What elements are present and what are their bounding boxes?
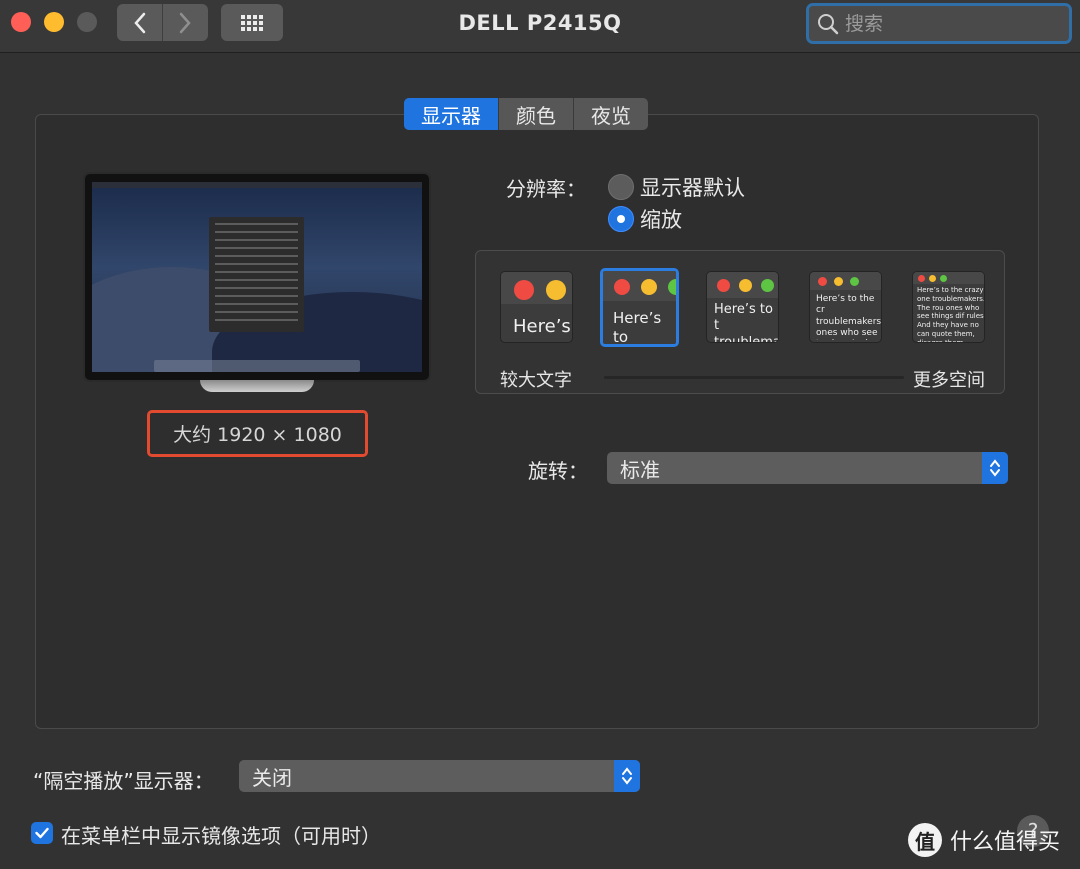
desktop-preview-image — [92, 182, 422, 372]
radio-button-selected[interactable] — [608, 206, 634, 232]
scale-option-1[interactable]: Here’s — [500, 271, 573, 343]
scale-option-4-text: Here’s to the cr troublemakers. ones who… — [816, 294, 882, 340]
resolution-text: 大约 1920 × 1080 — [173, 424, 342, 446]
rotation-label: 旋转： — [528, 459, 588, 483]
resolution-label: 分辨率： — [506, 177, 586, 201]
radio-scaled[interactable]: 缩放 — [608, 204, 682, 234]
radio-scaled-label: 缩放 — [640, 208, 682, 232]
scale-option-3-text: Here’s to t troublema ones who — [714, 302, 779, 342]
scale-option-2[interactable]: Here’s to troublem — [600, 268, 679, 347]
rotation-value: 标准 — [620, 457, 660, 482]
resolution-highlight: 大约 1920 × 1080 — [147, 410, 368, 457]
checkmark-icon — [35, 827, 49, 839]
scale-option-4[interactable]: Here’s to the cr troublemakers. ones who… — [809, 271, 882, 343]
watermark-text: 什么值得买 — [950, 830, 1061, 855]
scale-option-5-text: Here’s to the crazy one troublemakers. T… — [917, 286, 985, 342]
larger-text-caption: 较大文字 — [500, 370, 572, 391]
search-field[interactable] — [806, 3, 1072, 44]
scale-option-5[interactable]: Here’s to the crazy one troublemakers. T… — [912, 271, 985, 343]
radio-default-for-display[interactable]: 显示器默认 — [608, 172, 745, 202]
scale-option-2-text: Here’s to troublem — [613, 309, 662, 345]
updown-arrows-icon — [982, 452, 1008, 484]
rotation-select[interactable]: 标准 — [607, 452, 1008, 484]
monitor-preview — [83, 172, 431, 382]
watermark-logo: 值 — [908, 823, 942, 857]
tab-night-shift[interactable]: 夜览 — [573, 98, 648, 130]
more-space-caption: 更多空间 — [913, 370, 985, 391]
watermark: 值 什么值得买 — [908, 823, 1060, 857]
airplay-display-label: “隔空播放”显示器： — [33, 769, 214, 793]
updown-arrows-icon — [614, 760, 640, 792]
tab-display[interactable]: 显示器 — [404, 98, 498, 130]
title-bar: DELL P2415Q — [0, 0, 1080, 53]
radio-button[interactable] — [608, 174, 634, 200]
tab-color[interactable]: 颜色 — [498, 98, 573, 130]
scale-track — [604, 376, 904, 379]
mirror-options-checkbox[interactable] — [31, 822, 53, 844]
airplay-value: 关闭 — [252, 765, 292, 790]
mirror-options-label: 在菜单栏中显示镜像选项（可用时） — [61, 824, 381, 848]
search-input[interactable] — [845, 12, 1055, 35]
search-icon — [818, 13, 839, 34]
scale-option-3[interactable]: Here’s to t troublema ones who — [706, 271, 779, 343]
monitor-stand — [200, 380, 314, 392]
tab-bar: 显示器 颜色 夜览 — [404, 98, 648, 130]
scale-option-1-text: Here’s — [513, 316, 571, 337]
radio-default-label: 显示器默认 — [640, 176, 745, 200]
airplay-display-select[interactable]: 关闭 — [239, 760, 640, 792]
